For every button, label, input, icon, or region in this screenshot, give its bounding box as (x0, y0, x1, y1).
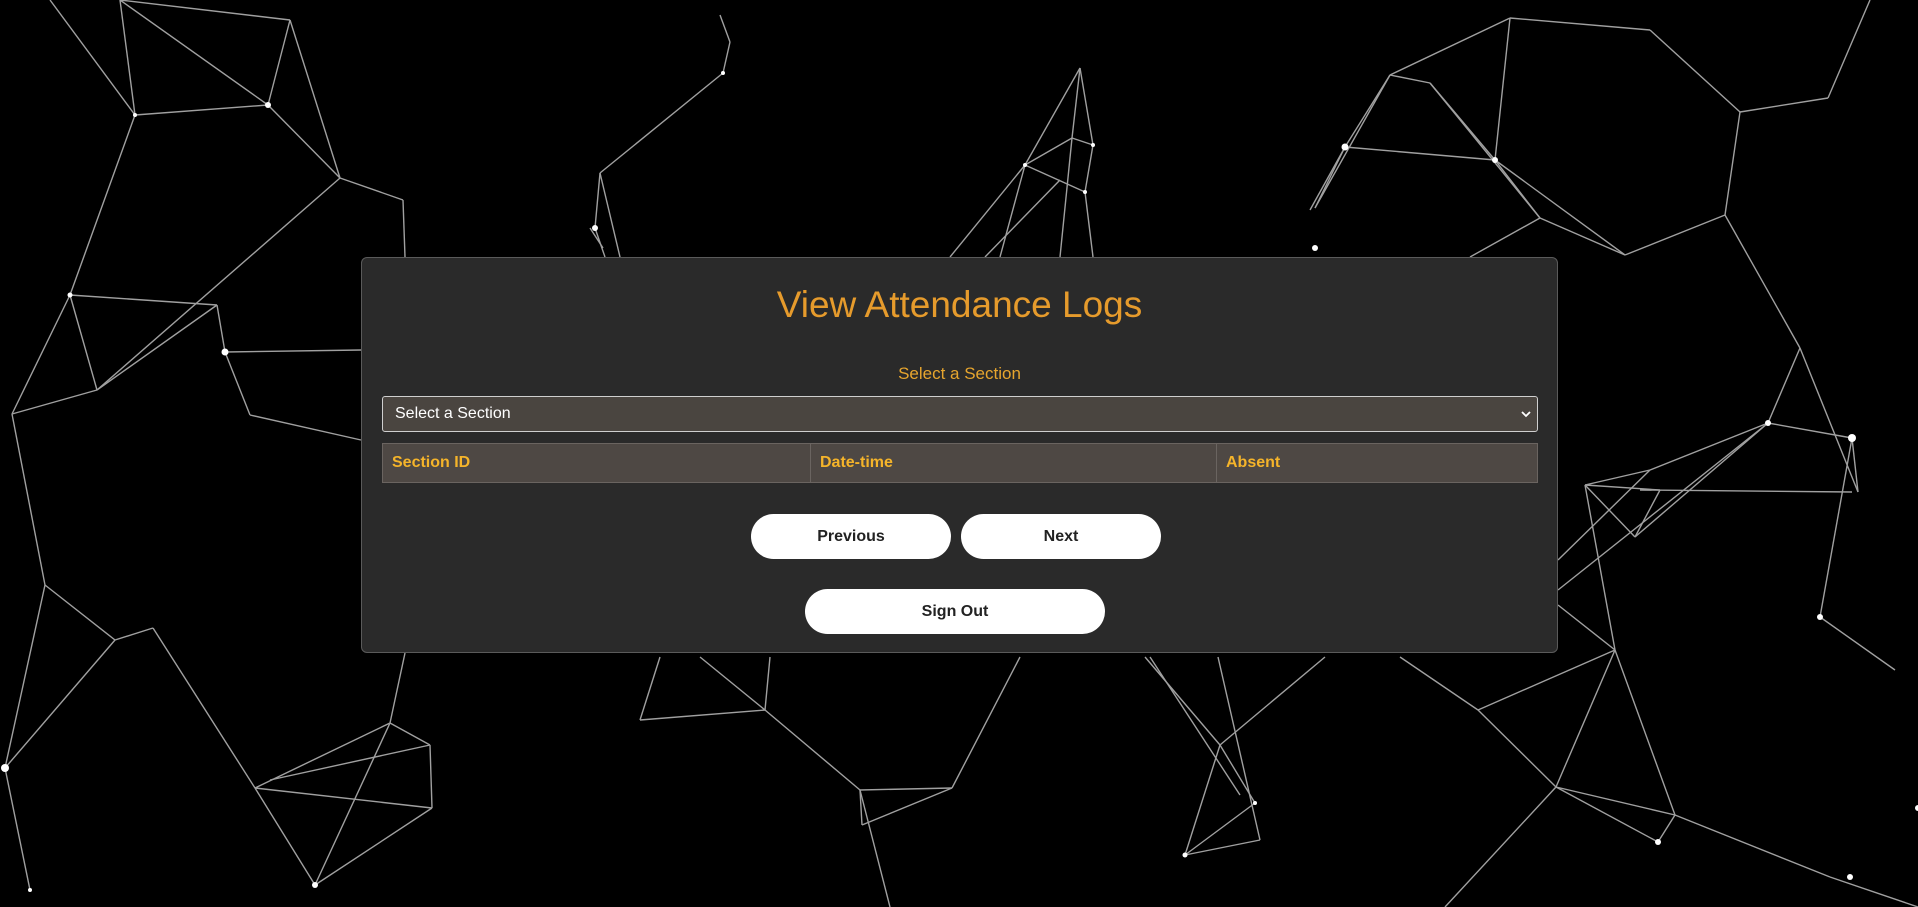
chevron-down-icon (1521, 397, 1531, 444)
column-header-date-time[interactable]: Date-time (811, 444, 1217, 482)
column-header-absent[interactable]: Absent (1217, 444, 1537, 482)
column-header-section-id[interactable]: Section ID (383, 444, 811, 482)
page-title: View Attendance Logs (776, 284, 1143, 325)
previous-button[interactable]: Previous (751, 514, 951, 559)
next-button[interactable]: Next (961, 514, 1161, 559)
section-select-label: Select a Section (898, 364, 1021, 383)
section-select[interactable]: Select a Section (382, 396, 1538, 432)
attendance-panel: View Attendance Logs Select a Section Se… (361, 257, 1558, 653)
section-select-value: Select a Section (395, 405, 511, 422)
sign-out-button[interactable]: Sign Out (805, 589, 1105, 634)
attendance-table-header: Section ID Date-time Absent (382, 443, 1538, 483)
